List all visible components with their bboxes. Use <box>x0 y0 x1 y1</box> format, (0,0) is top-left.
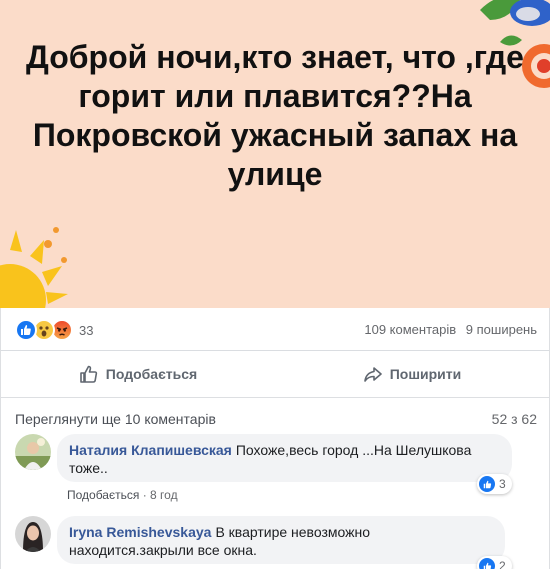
comments-count-link[interactable]: 109 коментарів <box>364 322 456 337</box>
post-text: Доброй ночи,кто знает, что ,где горит ил… <box>26 39 524 192</box>
comment-reaction-count: 2 <box>499 559 506 569</box>
shares-count-link[interactable]: 9 поширень <box>466 322 537 337</box>
post-action-bar: Подобається Поширити <box>0 350 550 398</box>
avatar[interactable] <box>15 434 51 470</box>
thumbs-up-icon <box>79 365 97 383</box>
like-icon <box>479 558 495 569</box>
comment-meta: Подобається · 8 год <box>67 488 178 502</box>
comment-item: Наталия Клапишевская Похоже,весь город ..… <box>15 434 535 504</box>
comment-reaction-badge[interactable]: 3 <box>477 474 512 494</box>
like-icon <box>479 476 495 492</box>
view-more-comments-link[interactable]: Переглянути ще 10 коментарів <box>15 411 216 427</box>
comment-reaction-count: 3 <box>499 477 506 491</box>
like-icon <box>15 319 37 341</box>
comment-time[interactable]: 8 год <box>150 488 178 502</box>
reaction-icons[interactable]: 33 <box>15 319 93 341</box>
comment-reaction-badge[interactable]: 2 <box>477 556 512 569</box>
comment-like-link[interactable]: Подобається <box>67 488 139 502</box>
reactions-summary: 33 109 коментарів 9 поширень <box>0 308 550 350</box>
like-button-label: Подобається <box>105 366 198 382</box>
comment-author-link[interactable]: Iryna Remishevskaya <box>69 524 211 540</box>
comment-bubble: Наталия Клапишевская Похоже,весь город ..… <box>57 434 512 482</box>
share-arrow-icon <box>363 367 382 382</box>
avatar[interactable] <box>15 516 51 552</box>
like-button[interactable]: Подобається <box>1 351 275 397</box>
share-button[interactable]: Поширити <box>275 351 549 397</box>
comments-section: Переглянути ще 10 коментарів 52 з 62 Нат… <box>0 398 550 569</box>
comment-author-link[interactable]: Наталия Клапишевская <box>69 442 232 458</box>
post-banner: Доброй ночи,кто знает, что ,где горит ил… <box>0 0 550 308</box>
comments-counter: 52 з 62 <box>491 411 537 427</box>
comment-item: Iryna Remishevskaya В квартире невозможно… <box>15 516 535 569</box>
share-button-label: Поширити <box>389 366 462 382</box>
sun-decoration-icon <box>0 227 68 308</box>
post-stats: 109 коментарів 9 поширень <box>358 322 537 337</box>
comment-bubble: Iryna Remishevskaya В квартире невозможно… <box>57 516 505 564</box>
reaction-count: 33 <box>79 322 94 338</box>
meta-separator: · <box>142 488 151 502</box>
